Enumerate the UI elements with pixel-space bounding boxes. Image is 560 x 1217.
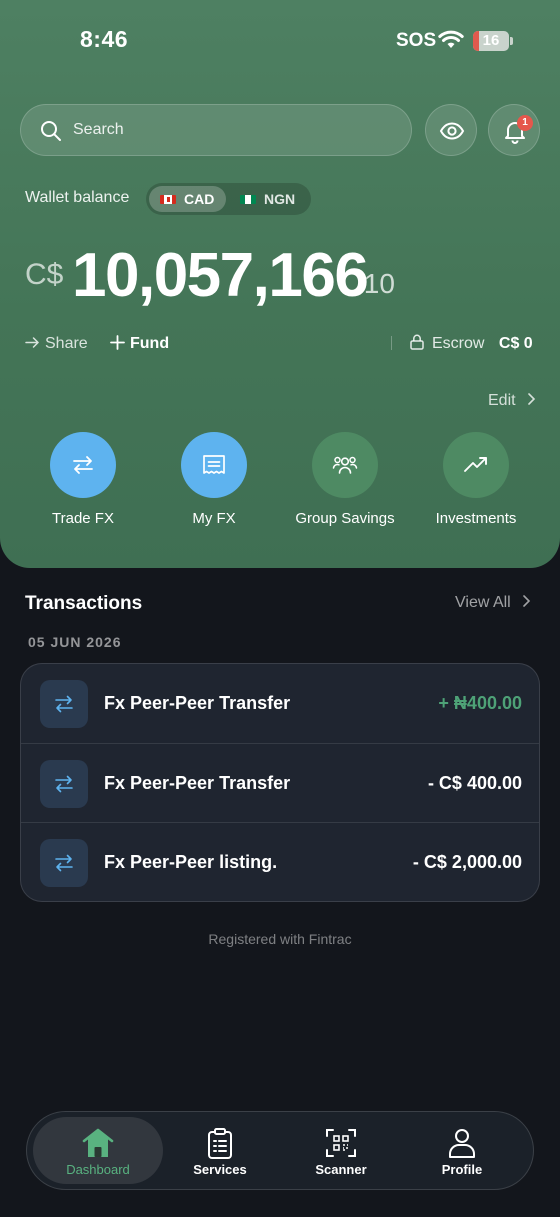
transactions-list: Fx Peer-Peer Transfer + ₦400.00 Fx Peer-… bbox=[20, 663, 540, 902]
battery-indicator: 16 bbox=[473, 31, 509, 51]
investments-label: Investments bbox=[435, 510, 517, 527]
escrow-label: Escrow bbox=[432, 335, 485, 352]
wifi-icon bbox=[438, 30, 464, 48]
group-icon bbox=[332, 456, 358, 474]
transaction-amount: - C$ 400.00 bbox=[427, 773, 522, 793]
my-fx-label: My FX bbox=[192, 510, 236, 527]
share-label: Share bbox=[45, 335, 88, 352]
my-fx-button[interactable] bbox=[181, 432, 247, 498]
quick-action-my-fx[interactable]: My FX bbox=[154, 432, 274, 527]
currency-toggle[interactable]: CAD NGN bbox=[146, 183, 311, 215]
nav-scanner-label: Scanner bbox=[315, 1162, 367, 1177]
balance-decimal: .10 bbox=[356, 268, 395, 299]
transaction-icon-box bbox=[40, 839, 88, 887]
chevron-right-icon bbox=[523, 595, 531, 607]
currency-cad-label: CAD bbox=[184, 191, 215, 207]
transaction-icon-box bbox=[40, 760, 88, 808]
share-button[interactable]: Share bbox=[25, 334, 88, 354]
edit-quick-actions-button[interactable]: Edit bbox=[488, 392, 536, 410]
transaction-row[interactable]: Fx Peer-Peer Transfer - C$ 400.00 bbox=[21, 743, 539, 822]
battery-tip bbox=[510, 37, 513, 45]
registration-note: Registered with Fintrac bbox=[208, 931, 352, 947]
group-savings-button[interactable] bbox=[312, 432, 378, 498]
swap-arrows-icon bbox=[55, 854, 73, 872]
transactions-title: Transactions bbox=[25, 593, 143, 614]
lock-icon bbox=[410, 334, 424, 350]
search-bar[interactable] bbox=[20, 104, 412, 156]
view-all-button[interactable]: View All bbox=[455, 594, 531, 612]
quick-action-investments[interactable]: Investments bbox=[416, 432, 536, 527]
fund-label: Fund bbox=[130, 335, 170, 352]
search-icon bbox=[41, 121, 61, 141]
action-divider bbox=[391, 336, 392, 350]
transaction-icon-box bbox=[40, 680, 88, 728]
swap-arrows-icon bbox=[73, 456, 93, 474]
nav-dashboard-label: Dashboard bbox=[66, 1162, 130, 1177]
nav-profile[interactable]: Profile bbox=[397, 1117, 527, 1184]
transaction-row[interactable]: Fx Peer-Peer listing. - C$ 2,000.00 bbox=[21, 822, 539, 901]
chevron-right-icon bbox=[528, 393, 536, 405]
edit-label: Edit bbox=[488, 392, 516, 409]
nigeria-flag-icon bbox=[240, 195, 256, 204]
swap-arrows-icon bbox=[55, 775, 73, 793]
nav-services-label: Services bbox=[193, 1162, 247, 1177]
status-bar: 8:46 SOS 16 bbox=[0, 0, 560, 84]
view-all-label: View All bbox=[455, 594, 511, 611]
nav-profile-label: Profile bbox=[441, 1162, 483, 1177]
currency-option-cad[interactable]: CAD bbox=[149, 186, 226, 212]
escrow-info[interactable]: Escrow C$ 0 bbox=[410, 334, 533, 354]
transaction-amount: - C$ 2,000.00 bbox=[412, 852, 522, 872]
search-input[interactable] bbox=[73, 105, 393, 155]
canada-flag-icon bbox=[160, 195, 176, 204]
quick-action-trade-fx[interactable]: Trade FX bbox=[23, 432, 143, 527]
transaction-name: Fx Peer-Peer listing. bbox=[104, 852, 278, 872]
nav-services[interactable]: Services bbox=[155, 1117, 285, 1184]
currency-option-ngn[interactable]: NGN bbox=[230, 186, 308, 212]
trade-fx-button[interactable] bbox=[50, 432, 116, 498]
quick-action-group-savings[interactable]: Group Savings bbox=[285, 432, 405, 527]
wallet-balance-label: Wallet balance bbox=[25, 189, 130, 206]
toggle-visibility-button[interactable] bbox=[425, 104, 477, 156]
transaction-row[interactable]: Fx Peer-Peer Transfer + ₦400.00 bbox=[21, 664, 539, 743]
qr-scan-icon bbox=[326, 1129, 356, 1157]
trade-fx-label: Trade FX bbox=[52, 510, 114, 527]
person-icon bbox=[449, 1129, 475, 1158]
escrow-value: C$ 0 bbox=[498, 335, 533, 352]
nav-scanner[interactable]: Scanner bbox=[276, 1117, 406, 1184]
transaction-name: Fx Peer-Peer Transfer bbox=[104, 693, 291, 713]
transaction-amount: + ₦400.00 bbox=[438, 693, 522, 713]
currency-ngn-label: NGN bbox=[264, 191, 296, 207]
bottom-nav: Dashboard Services Scanner Profile bbox=[26, 1111, 534, 1190]
transactions-date: 05 JUN 2026 bbox=[28, 634, 122, 650]
nav-dashboard[interactable]: Dashboard bbox=[33, 1117, 163, 1184]
receipt-icon bbox=[203, 455, 225, 474]
fund-button[interactable]: Fund bbox=[110, 334, 169, 354]
battery-percent: 16 bbox=[482, 32, 500, 49]
balance-currency-symbol: C$ bbox=[25, 258, 64, 291]
plus-icon bbox=[110, 335, 125, 350]
status-sos: SOS bbox=[396, 30, 437, 51]
eye-icon bbox=[439, 122, 465, 140]
balance-amount: 10,057,166 bbox=[72, 241, 369, 310]
notification-badge: 1 bbox=[517, 115, 533, 131]
home-icon bbox=[82, 1128, 114, 1157]
clipboard-icon bbox=[208, 1128, 232, 1159]
transaction-name: Fx Peer-Peer Transfer bbox=[104, 773, 291, 793]
swap-arrows-icon bbox=[55, 695, 73, 713]
trend-up-icon bbox=[464, 457, 487, 472]
group-savings-label: Group Savings bbox=[295, 510, 395, 527]
notifications-button[interactable]: 1 bbox=[488, 104, 540, 156]
arrow-right-icon bbox=[25, 337, 40, 348]
investments-button[interactable] bbox=[443, 432, 509, 498]
status-time: 8:46 bbox=[80, 26, 129, 52]
